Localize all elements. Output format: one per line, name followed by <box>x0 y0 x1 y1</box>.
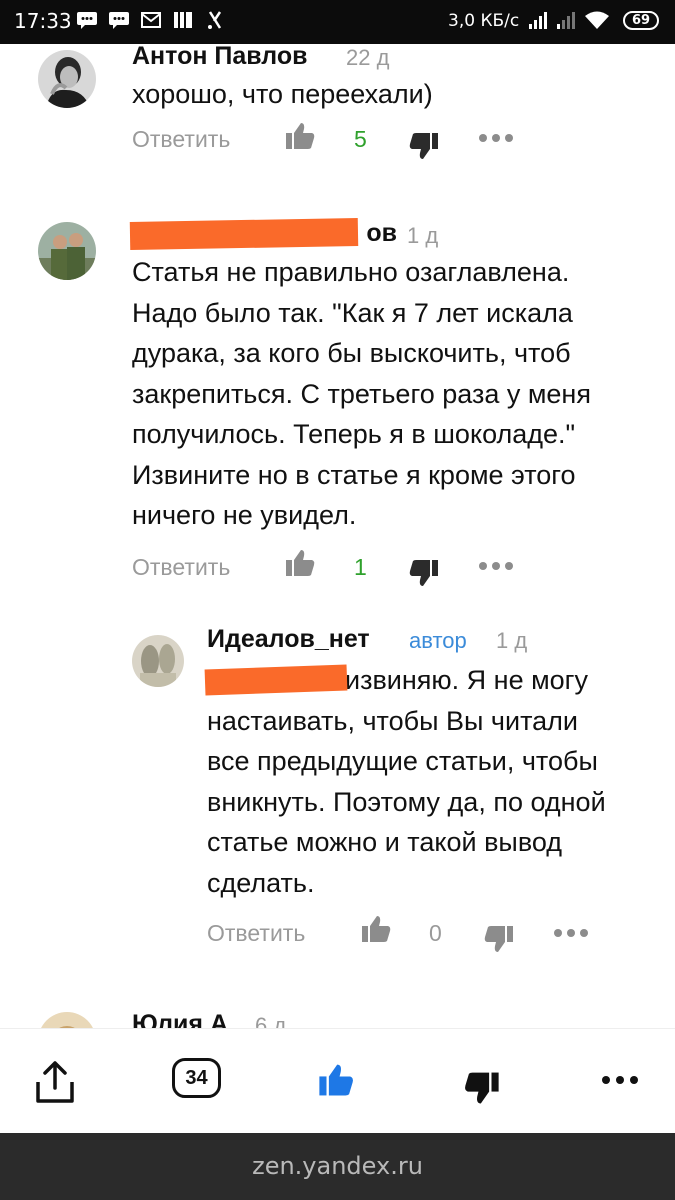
comment-text: Статья не правильно озаглавлена. Надо бы… <box>132 257 591 530</box>
reply-button[interactable]: Ответить <box>132 126 230 153</box>
more-icon[interactable] <box>553 928 589 938</box>
avatar-photo <box>38 50 96 108</box>
chat-notification-icon <box>77 12 97 29</box>
comment-text: извиняю. Я не могу настаивать, чтобы Вы … <box>207 660 627 903</box>
reply-button[interactable]: Ответить <box>207 920 305 947</box>
share-icon[interactable] <box>34 1060 76 1104</box>
avatar-photo <box>38 222 96 280</box>
reply-button[interactable]: Ответить <box>132 554 230 581</box>
avatar[interactable] <box>38 50 96 108</box>
comments-count-button[interactable]: 34 <box>172 1058 221 1098</box>
transfer-icon <box>208 11 222 29</box>
redaction-overlay <box>129 218 359 250</box>
comment-author[interactable]: Антон Павлов <box>132 42 308 71</box>
avatar[interactable] <box>38 222 96 280</box>
more-icon[interactable] <box>478 133 514 143</box>
status-bar: 17:33 3,0 КБ/с 69 <box>0 0 675 44</box>
comment-author-visible-part: ов <box>366 219 397 247</box>
comment-age: 1 д <box>407 223 439 248</box>
notification-icons <box>76 10 226 30</box>
url-text: zen.yandex.ru <box>252 1152 423 1180</box>
connectivity-icons <box>528 10 610 30</box>
avatar[interactable] <box>132 635 184 687</box>
mail-icon <box>141 12 161 28</box>
thumbs-up-icon[interactable] <box>284 120 316 152</box>
comment-text-rest: настаивать, чтобы Вы читали все предыдущ… <box>207 705 606 898</box>
network-speed: 3,0 КБ/с <box>448 11 520 31</box>
comment-author[interactable]: Идеалов_нет <box>207 625 370 654</box>
url-bar[interactable]: zen.yandex.ru <box>0 1133 675 1200</box>
comment-age: 1 д <box>496 628 528 653</box>
like-count: 0 <box>429 920 442 946</box>
like-count: 1 <box>354 554 367 580</box>
thumbs-down-icon[interactable] <box>408 557 440 589</box>
signal-icon <box>557 12 575 29</box>
thumbs-up-icon[interactable] <box>360 913 392 945</box>
more-icon[interactable] <box>601 1075 639 1085</box>
chat-notification-icon <box>109 12 129 29</box>
status-time: 17:33 <box>14 9 72 33</box>
like-count: 5 <box>354 126 367 152</box>
thumbs-down-icon[interactable] <box>483 923 515 955</box>
avatar-photo <box>132 635 184 687</box>
more-icon[interactable] <box>478 561 514 571</box>
redaction-overlay <box>204 664 348 696</box>
bottom-toolbar: 34 <box>0 1028 675 1134</box>
signal-icon <box>529 12 547 29</box>
comment-age: 22 д <box>346 45 390 70</box>
library-icon <box>174 12 192 28</box>
comment-text: хорошо, что переехали) <box>132 79 433 109</box>
thumbs-up-icon[interactable] <box>316 1061 356 1099</box>
wifi-icon <box>585 11 609 29</box>
thumbs-down-icon[interactable] <box>462 1069 502 1107</box>
thumbs-down-icon[interactable] <box>408 130 440 162</box>
thumbs-up-icon[interactable] <box>284 547 316 579</box>
author-badge: автор <box>409 628 467 653</box>
battery-indicator: 69 <box>623 11 659 30</box>
